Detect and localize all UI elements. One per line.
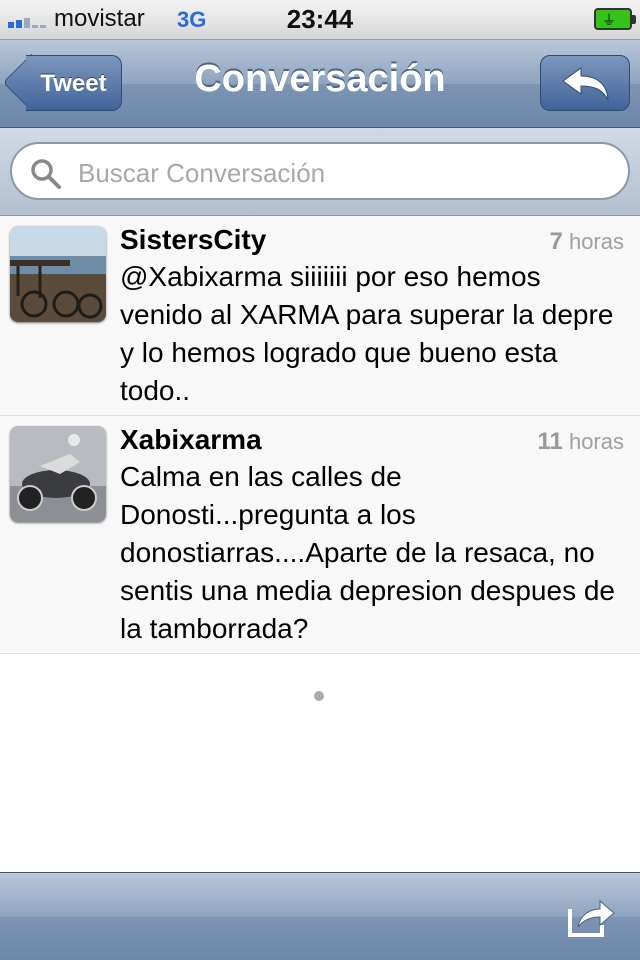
- loading-indicator-dot: [314, 691, 324, 701]
- tweet-text: Calma en las calles de Donosti...pregunt…: [120, 461, 616, 644]
- share-icon: [568, 899, 615, 937]
- avatar[interactable]: [10, 426, 106, 522]
- bottom-toolbar: [0, 872, 640, 960]
- tweet-text: @Xabixarma siiiiiii por eso hemos venido…: [120, 261, 614, 406]
- share-button[interactable]: [566, 895, 616, 939]
- tweet-row[interactable]: Xabixarma 11 horas Calma en las calles d…: [0, 416, 640, 654]
- back-button[interactable]: Tweet: [26, 55, 122, 111]
- search-field[interactable]: [10, 142, 630, 200]
- tweet-username[interactable]: SistersCity: [120, 224, 266, 256]
- reply-arrow-icon: [562, 67, 609, 101]
- magnifier-icon: [31, 159, 61, 189]
- navigation-bar: Tweet Conversación: [0, 40, 640, 128]
- battery-charging-icon: ⏚: [594, 8, 636, 30]
- search-bar: [0, 128, 640, 216]
- tweet-username[interactable]: Xabixarma: [120, 424, 262, 456]
- search-input[interactable]: [76, 154, 610, 192]
- clock: 23:44: [286, 4, 354, 34]
- status-bar: movistar 3G 23:44 ⏚: [0, 0, 640, 40]
- page-title: Conversación: [194, 58, 446, 100]
- tweet-timestamp: 11 horas: [537, 428, 624, 455]
- avatar[interactable]: [10, 226, 106, 322]
- reply-button[interactable]: [540, 55, 630, 111]
- tweet-timestamp: 7 horas: [549, 228, 624, 255]
- tweet-row[interactable]: SistersCity 7 horas @Xabixarma siiiiiii …: [0, 216, 640, 416]
